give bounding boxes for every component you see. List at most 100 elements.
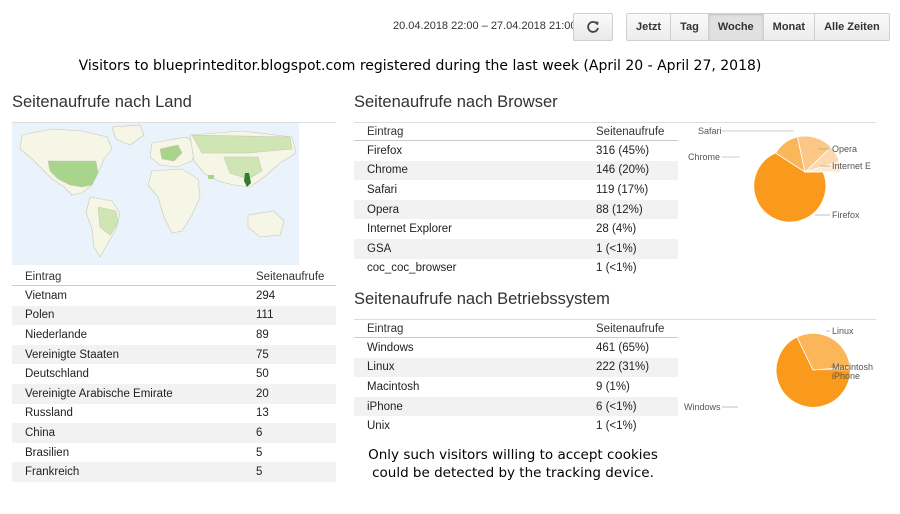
os-table: Eintrag Seitenaufrufe Windows 461 (65%) L…: [354, 320, 678, 436]
column-header-views[interactable]: Seitenaufrufe: [583, 320, 678, 338]
table-cell-entry: GSA: [354, 238, 583, 259]
os-pie-chart[interactable]: Linux Macintosh iPhone Windows: [680, 315, 880, 425]
table-cell-entry: Vietnam: [25, 289, 67, 302]
table-cell-entry: Vereinigte Arabische Emirate: [12, 383, 243, 404]
pie-label-linux: Linux: [832, 326, 854, 336]
table-row: Vereinigte Staaten 75: [12, 344, 336, 365]
cookie-note-line-1: Only such visitors willing to accept coo…: [368, 447, 658, 463]
column-header-views[interactable]: Seitenaufrufe: [243, 268, 336, 286]
table-row: Vereinigte Arabische Emirate 20: [12, 383, 336, 404]
period-selector: Jetzt Tag Woche Monat Alle Zeiten: [626, 13, 890, 41]
pie-label-windows: Windows: [684, 402, 721, 412]
table-cell-entry: Vereinigte Staaten: [12, 344, 243, 365]
table-row: coc_coc_browser 1 (<1%): [354, 259, 678, 279]
pie-label-internet-explorer: Internet E: [832, 161, 871, 171]
banner-caption: Visitors to blueprinteditor.blogspot.com…: [78, 58, 762, 74]
table-cell-views: 5: [243, 462, 336, 482]
table-row: Firefox 316 (45%): [354, 141, 678, 161]
table-cell-views: 6 (<1%): [583, 396, 678, 417]
table-row: Chrome 146 (20%): [354, 160, 678, 181]
table-cell-views: 461 (65%): [596, 341, 650, 354]
refresh-icon: [587, 21, 599, 33]
table-cell-views: 1 (<1%): [596, 420, 637, 433]
table-cell-entry: China: [12, 423, 243, 443]
browser-table: Eintrag Seitenaufrufe Firefox 316 (45%) C…: [354, 123, 678, 278]
column-header-entry[interactable]: Eintrag: [354, 320, 583, 338]
table-cell-views: 294: [256, 289, 276, 302]
table-cell-views: 1 (<1%): [596, 262, 637, 275]
table-row: Opera 88 (12%): [354, 199, 678, 220]
table-row: Frankreich 5: [12, 462, 336, 482]
table-cell-views: 20: [243, 383, 336, 404]
table-cell-entry: Brasilien: [25, 446, 70, 459]
table-cell-views: 88 (12%): [583, 199, 678, 220]
period-button-month[interactable]: Monat: [762, 14, 815, 40]
table-cell-views: 1 (<1%): [583, 238, 678, 259]
column-header-views[interactable]: Seitenaufrufe: [583, 123, 678, 141]
table-row: Linux 222 (31%): [354, 357, 678, 378]
refresh-button[interactable]: [573, 13, 613, 41]
table-row: Unix 1 (<1%): [354, 416, 678, 436]
table-row: Polen 111: [12, 305, 336, 326]
table-row: Vietnam 294: [12, 286, 336, 306]
table-cell-views: 111: [243, 305, 336, 326]
table-cell-views: 6: [243, 423, 336, 443]
column-header-entry[interactable]: Eintrag: [12, 268, 243, 286]
date-range-label: 20.04.2018 22:00 – 27.04.2018 21:00: [393, 20, 577, 32]
table-row: Russland 13: [12, 404, 336, 424]
table-row: Niederlande 89: [12, 325, 336, 345]
table-cell-views: 9 (1%): [596, 380, 630, 393]
pie-label-safari: Safari: [698, 126, 722, 136]
column-header-entry[interactable]: Eintrag: [354, 123, 583, 141]
table-cell-views: 50: [256, 368, 269, 381]
table-cell-entry: coc_coc_browser: [367, 262, 457, 275]
country-section-title: Seitenaufrufe nach Land: [12, 93, 192, 111]
table-cell-views: 222 (31%): [583, 357, 678, 378]
table-cell-views: 5: [256, 446, 263, 459]
table-cell-entry: Opera: [354, 199, 583, 220]
table-cell-entry: Unix: [367, 420, 391, 433]
map-russia: [191, 134, 293, 154]
table-cell-entry: Frankreich: [12, 462, 243, 482]
browser-section-title: Seitenaufrufe nach Browser: [354, 93, 558, 111]
table-cell-entry: Deutschland: [25, 368, 89, 381]
table-cell-entry: Niederlande: [25, 328, 88, 341]
map-uae: [208, 175, 214, 179]
table-cell-entry: Polen: [12, 305, 243, 326]
table-cell-entry: iPhone: [354, 396, 583, 417]
table-cell-entry: Safari: [367, 183, 398, 196]
table-row: Macintosh 9 (1%): [354, 377, 678, 397]
pie-label-firefox: Firefox: [832, 210, 860, 220]
table-row: Windows 461 (65%): [354, 338, 678, 358]
table-cell-views: 28 (4%): [596, 223, 637, 236]
table-cell-entry: Linux: [354, 357, 583, 378]
period-button-week[interactable]: Woche: [707, 14, 763, 40]
table-cell-entry: Russland: [25, 407, 73, 420]
country-table: Eintrag Seitenaufrufe Vietnam 294 Polen 11…: [12, 268, 336, 482]
pie-label-chrome: Chrome: [688, 152, 720, 162]
table-row: GSA 1 (<1%): [354, 238, 678, 259]
table-cell-views: 316 (45%): [596, 144, 650, 157]
table-cell-entry: Firefox: [367, 144, 403, 157]
table-row: Safari 119 (17%): [354, 180, 678, 200]
table-row: Deutschland 50: [12, 364, 336, 384]
table-cell-views: 146 (20%): [583, 160, 678, 181]
table-row: iPhone 6 (<1%): [354, 396, 678, 417]
pie-label-iphone: iPhone: [832, 371, 860, 381]
table-cell-views: 89: [256, 328, 269, 341]
period-button-all-time[interactable]: Alle Zeiten: [814, 14, 889, 40]
table-cell-views: 75: [243, 344, 336, 365]
table-cell-entry: Chrome: [354, 160, 583, 181]
table-cell-entry: Internet Explorer: [367, 223, 453, 236]
browser-pie-chart[interactable]: Safari Chrome Opera Internet E Firefox: [680, 118, 880, 228]
period-button-day[interactable]: Tag: [670, 14, 708, 40]
cookie-note: Only such visitors willing to accept coo…: [352, 446, 674, 482]
table-cell-entry: Windows: [367, 341, 414, 354]
period-button-now[interactable]: Jetzt: [627, 14, 671, 40]
world-map[interactable]: [12, 123, 299, 265]
table-cell-views: 119 (17%): [596, 183, 649, 196]
table-cell-views: 13: [256, 407, 269, 420]
table-row: Internet Explorer 28 (4%): [354, 219, 678, 239]
os-section-title: Seitenaufrufe nach Betriebssystem: [354, 290, 610, 308]
table-row: China 6: [12, 423, 336, 443]
